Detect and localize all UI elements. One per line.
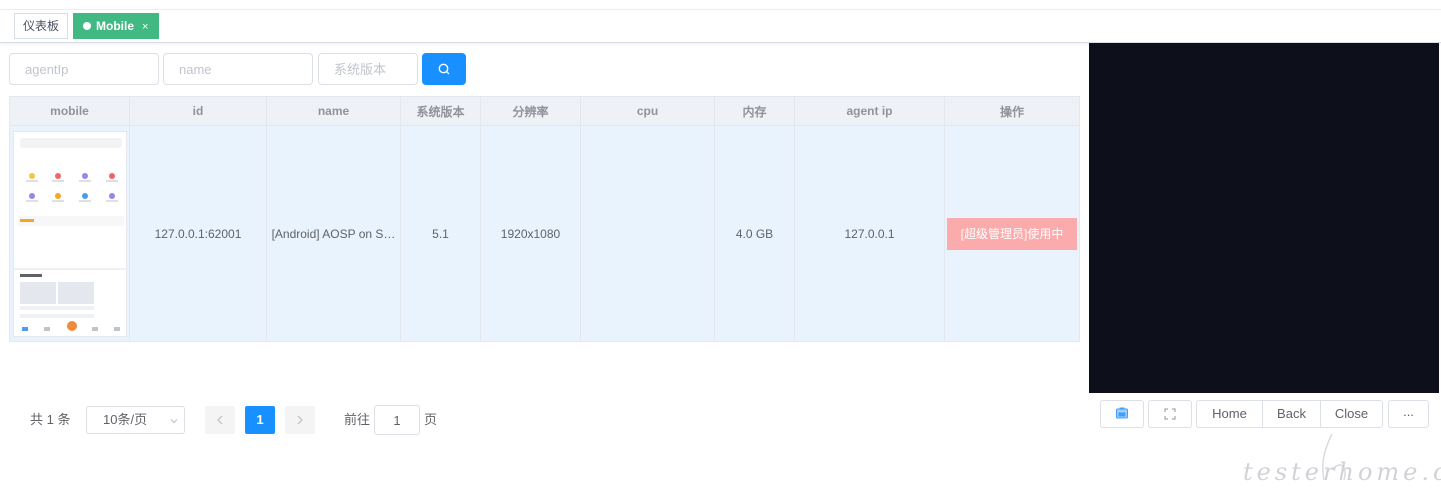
cell-name: [Android] AOSP on S… — [266, 125, 401, 342]
col-header-resolution: 分辨率 — [480, 96, 581, 126]
search-icon — [438, 63, 450, 75]
agentip-input-wrapper — [9, 53, 159, 85]
tag-close-icon[interactable]: × — [142, 21, 148, 33]
close-button[interactable]: Close — [1320, 400, 1383, 428]
col-header-memory: 内存 — [714, 96, 795, 126]
device-screen[interactable] — [1089, 43, 1439, 393]
table-header-row: mobile id name 系统版本 分辨率 cpu 内存 agent ip … — [9, 96, 1080, 126]
home-button[interactable]: Home — [1196, 400, 1263, 428]
cell-version: 5.1 — [400, 125, 481, 342]
tag-dashboard[interactable]: 仪表板 — [14, 13, 68, 39]
device-screenshot-thumbnail — [13, 130, 127, 337]
cell-resolution: 1920x1080 — [480, 125, 581, 342]
back-button[interactable]: Back — [1262, 400, 1321, 428]
top-divider — [0, 0, 1441, 10]
page-size-value: 10条/页 — [103, 412, 148, 427]
tags-view-bar: 仪表板 Mobile × — [0, 10, 1441, 43]
tag-mobile-active[interactable]: Mobile × — [73, 13, 159, 39]
chevron-down-icon — [170, 419, 178, 424]
col-header-version: 系统版本 — [400, 96, 481, 126]
chevron-left-icon — [217, 415, 223, 425]
col-header-mobile: mobile — [9, 96, 130, 126]
in-use-button[interactable]: [超级管理员]使用中 — [947, 217, 1077, 250]
goto-input-wrapper — [374, 405, 420, 435]
version-input[interactable] — [319, 54, 417, 84]
col-header-id: id — [129, 96, 267, 126]
tag-mobile-label: Mobile — [96, 19, 134, 33]
device-table: mobile id name 系统版本 分辨率 cpu 内存 agent ip … — [9, 96, 1080, 342]
active-dot-icon — [83, 22, 91, 30]
search-button[interactable] — [422, 53, 466, 85]
pagination-total: 共 1 条 — [30, 412, 71, 427]
goto-label: 前往 — [344, 412, 371, 427]
page-size-select[interactable]: 10条/页 — [86, 406, 185, 434]
more-button[interactable]: ... — [1388, 400, 1429, 428]
name-input[interactable] — [164, 54, 312, 84]
screenshot-button[interactable] — [1100, 400, 1144, 428]
fullscreen-button[interactable] — [1148, 400, 1192, 428]
chevron-right-icon — [297, 415, 303, 425]
col-header-actions: 操作 — [944, 96, 1080, 126]
agentip-input[interactable] — [10, 54, 158, 84]
watermark-text: testerhome.com — [1243, 458, 1441, 486]
page-suffix-label: 页 — [424, 412, 438, 427]
screenshot-icon — [1116, 407, 1128, 419]
prev-page-button[interactable] — [205, 406, 235, 434]
cell-memory: 4.0 GB — [714, 125, 795, 342]
page-number-current[interactable]: 1 — [245, 406, 275, 434]
thumbnail-image — [14, 137, 126, 331]
next-page-button[interactable] — [285, 406, 315, 434]
cell-agent-ip: 127.0.0.1 — [794, 125, 945, 342]
fullscreen-icon — [1164, 408, 1176, 420]
table-row[interactable]: 127.0.0.1:62001 [Android] AOSP on S… 5.1… — [9, 125, 1080, 342]
cell-mobile — [9, 125, 130, 342]
col-header-name: name — [266, 96, 401, 126]
version-input-wrapper — [318, 53, 418, 85]
col-header-cpu: cpu — [580, 96, 715, 126]
col-header-agent-ip: agent ip — [794, 96, 945, 126]
cell-id: 127.0.0.1:62001 — [129, 125, 267, 342]
cell-cpu — [580, 125, 715, 342]
cell-actions: [超级管理员]使用中 — [944, 125, 1080, 342]
goto-page-input[interactable] — [375, 406, 419, 434]
name-input-wrapper — [163, 53, 313, 85]
